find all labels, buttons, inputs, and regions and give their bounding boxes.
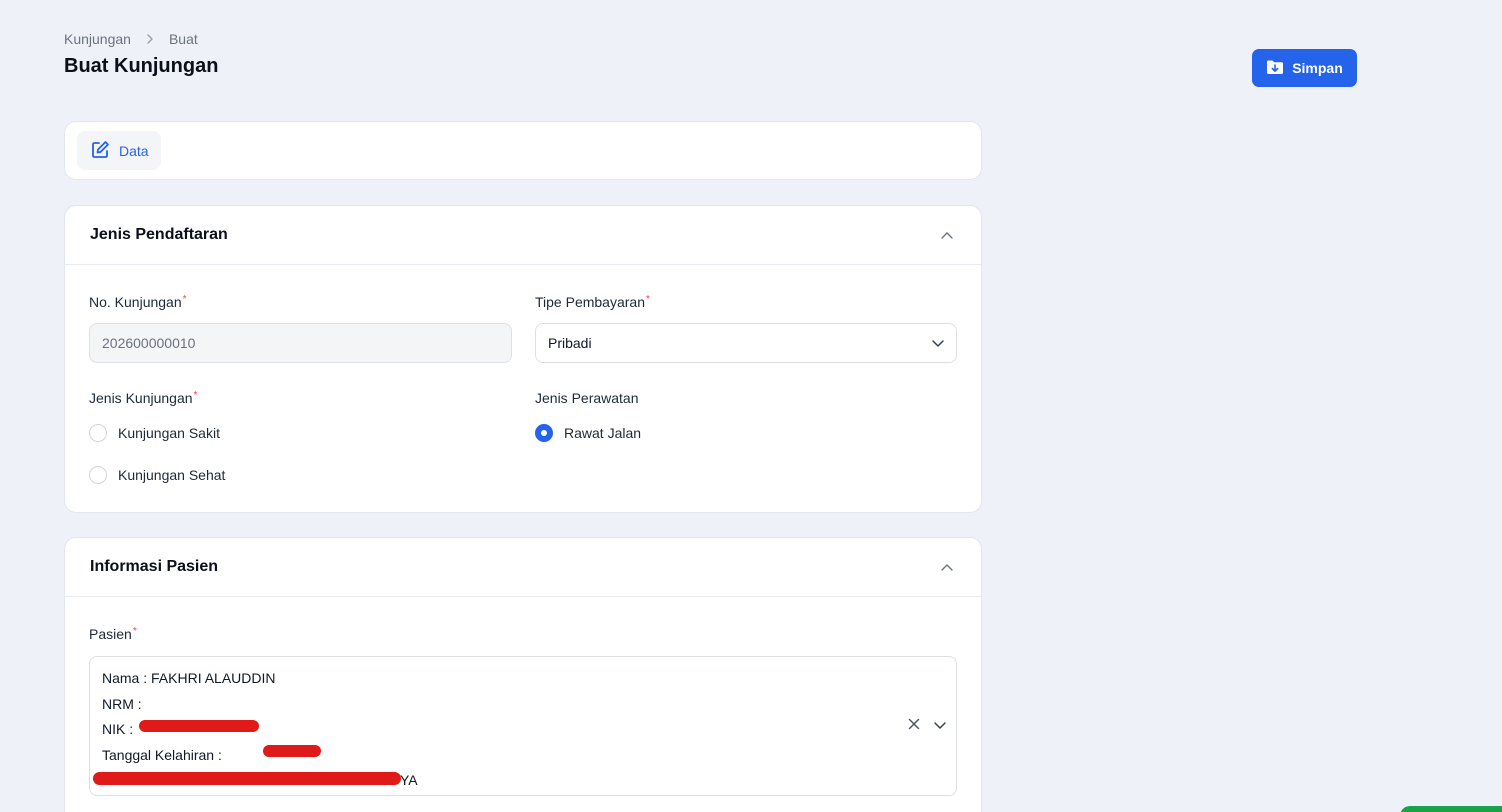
- redaction-mark: [263, 745, 321, 757]
- jenis-kunjungan-label: Jenis Kunjungan*: [89, 390, 198, 406]
- edit-icon: [91, 140, 110, 162]
- tab-data[interactable]: Data: [77, 131, 161, 170]
- section-informasi-pasien: Informasi Pasien Pasien* Nama : FAKHRI A…: [64, 537, 982, 812]
- tipe-pembayaran-select[interactable]: Pribadi: [535, 323, 957, 363]
- radio-rawat-jalan[interactable]: Rawat Jalan: [535, 424, 641, 442]
- save-button[interactable]: Simpan: [1252, 49, 1357, 87]
- chevron-up-icon[interactable]: [941, 558, 953, 576]
- section-header[interactable]: Jenis Pendaftaran: [65, 206, 981, 265]
- chevron-up-icon[interactable]: [941, 226, 953, 244]
- pasien-tanggal-kelahiran: Tanggal Kelahiran :: [102, 746, 222, 763]
- chevron-down-icon: [932, 335, 944, 351]
- redaction-mark: [139, 720, 259, 732]
- chevron-right-icon: [145, 34, 155, 44]
- page-title: Buat Kunjungan: [64, 55, 219, 77]
- pasien-select-actions: [908, 717, 946, 735]
- radio-button-checked[interactable]: [535, 424, 553, 442]
- tipe-pembayaran-label: Tipe Pembayaran*: [535, 294, 650, 310]
- breadcrumb: Kunjungan Buat: [64, 31, 198, 47]
- section-header[interactable]: Informasi Pasien: [65, 538, 981, 597]
- no-kunjungan-input[interactable]: 202600000010: [89, 323, 512, 363]
- chevron-down-icon[interactable]: [934, 717, 946, 735]
- redaction-mark: [93, 772, 401, 785]
- no-kunjungan-label: No. Kunjungan*: [89, 294, 187, 310]
- section-title: Jenis Pendaftaran: [90, 226, 228, 243]
- radio-button[interactable]: [89, 424, 107, 442]
- pasien-label: Pasien*: [89, 626, 137, 642]
- jenis-perawatan-label: Jenis Perawatan: [535, 390, 639, 406]
- folder-download-icon: [1266, 59, 1284, 78]
- pasien-nrm: NRM :: [102, 695, 142, 712]
- pasien-nama: Nama : FAKHRI ALAUDDIN: [102, 670, 276, 686]
- section-title: Informasi Pasien: [90, 558, 219, 575]
- breadcrumb-item-buat: Buat: [168, 31, 198, 47]
- radio-kunjungan-sakit[interactable]: Kunjungan Sakit: [89, 424, 220, 442]
- save-button-label: Simpan: [1292, 60, 1343, 76]
- floating-widget-button[interactable]: [1400, 806, 1502, 812]
- radio-button[interactable]: [89, 466, 107, 484]
- pasien-select[interactable]: Nama : FAKHRI ALAUDDIN NRM : NIK : Tangg…: [89, 656, 957, 796]
- breadcrumb-item-kunjungan[interactable]: Kunjungan: [64, 31, 131, 47]
- tabs-card: Data: [64, 121, 982, 180]
- tab-data-label: Data: [119, 142, 149, 159]
- section-jenis-pendaftaran: Jenis Pendaftaran No. Kunjungan* 2026000…: [64, 205, 982, 513]
- clear-icon[interactable]: [908, 717, 920, 735]
- radio-kunjungan-sehat[interactable]: Kunjungan Sehat: [89, 466, 225, 484]
